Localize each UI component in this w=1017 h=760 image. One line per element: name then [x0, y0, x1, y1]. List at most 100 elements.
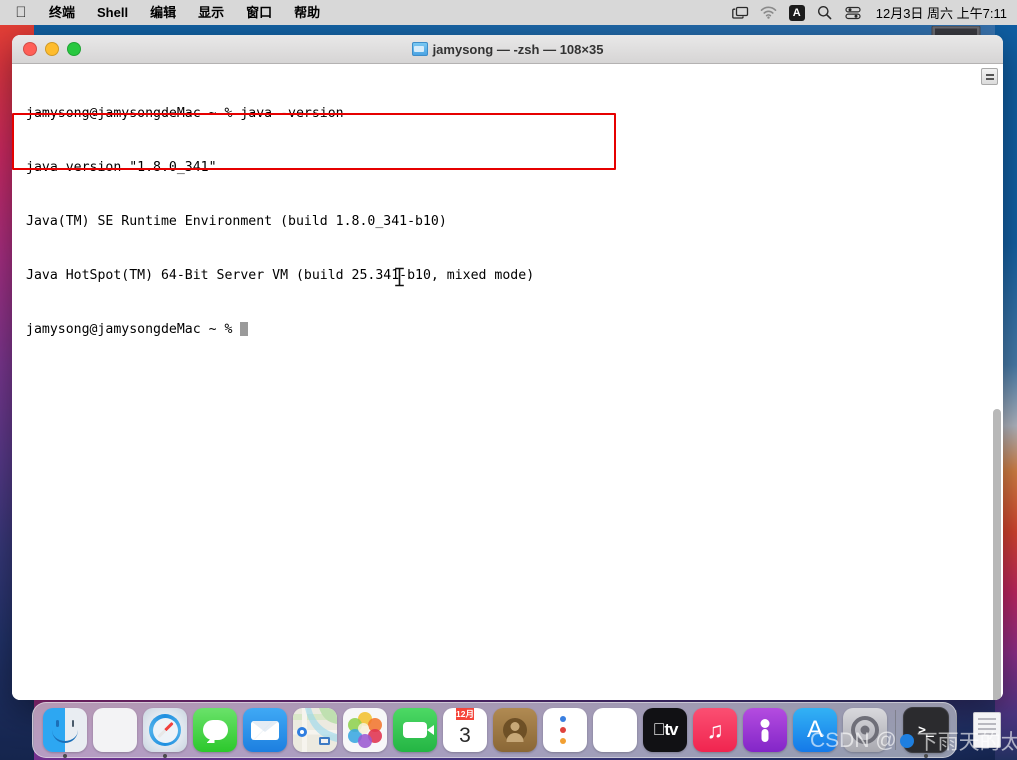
dock-item-tv[interactable]: tv [641, 706, 689, 754]
menu-shell[interactable]: Shell [86, 0, 139, 25]
text-ibeam-cursor [394, 267, 405, 287]
window-title-text: jamysong — -zsh — 108×35 [432, 41, 604, 57]
window-titlebar[interactable]: jamysong — -zsh — 108×35 [12, 35, 1003, 64]
dock-item-notes[interactable] [591, 706, 639, 754]
close-button[interactable] [23, 42, 37, 56]
dock-item-appstore[interactable]: A [791, 706, 839, 754]
menu-view[interactable]: 显示 [187, 0, 235, 25]
podcasts-icon [743, 708, 787, 752]
dock-item-messages[interactable] [191, 706, 239, 754]
terminal-line: java version "1.8.0_341" [26, 160, 217, 175]
folder-icon [411, 42, 428, 56]
terminal-prompt: jamysong@jamysongdeMac ~ % [26, 322, 241, 337]
finder-eye-left [56, 720, 59, 727]
photos-center [358, 723, 369, 734]
scroll-widget-bar [985, 73, 994, 76]
terminal-window[interactable]: jamysong — -zsh — 108×35 jamysong@jamyso… [12, 35, 1003, 700]
terminal-icon: >_ [903, 707, 949, 753]
menu-window[interactable]: 窗口 [235, 0, 283, 25]
appstore-glyph: A [806, 716, 823, 743]
finder-eye-right [71, 720, 74, 727]
facetime-icon [393, 708, 437, 752]
photos-icon [343, 708, 387, 752]
menu-bar-clock[interactable]: 12月3日 周六 上午7:11 [868, 3, 1007, 22]
mail-flap [251, 720, 279, 732]
safari-needle [156, 721, 174, 739]
terminal-output: jamysong@jamysongdeMac ~ % java -version… [26, 69, 534, 375]
mail-icon [243, 708, 287, 752]
dock-item-photos[interactable] [341, 706, 389, 754]
facetime-camera [403, 722, 434, 738]
menu-help[interactable]: 帮助 [283, 0, 331, 25]
notes-icon [593, 708, 637, 752]
safari-ring [149, 714, 181, 746]
wifi-icon[interactable] [756, 0, 782, 25]
apple-tv-text: tv [658, 720, 678, 739]
dock-item-mail[interactable] [241, 706, 289, 754]
terminal-line: Java(TM) SE Runtime Environment (build 1… [26, 214, 447, 229]
finder-icon [43, 708, 87, 752]
dock-separator [956, 710, 957, 750]
dock-item-reminders[interactable] [541, 706, 589, 754]
gear-shape [851, 716, 879, 744]
dock-item-maps[interactable] [291, 706, 339, 754]
contacts-icon [493, 708, 537, 752]
menu-terminal[interactable]: 终端 [38, 0, 86, 25]
reminders-icon [543, 708, 587, 752]
minimize-button[interactable] [45, 42, 59, 56]
running-indicator [163, 754, 167, 758]
apple-logo-icon[interactable]:  [0, 5, 38, 20]
vertical-scrollbar[interactable] [993, 409, 1001, 700]
music-note-glyph: ♫ [706, 716, 724, 743]
dock-item-facetime[interactable] [391, 706, 439, 754]
finder-smile [52, 729, 78, 743]
gear-icon [843, 708, 887, 752]
window-title: jamysong — -zsh — 108×35 [12, 42, 1003, 57]
safari-compass [152, 717, 178, 743]
terminal-line: jamysong@jamysongdeMac ~ % java -version [26, 106, 344, 121]
input-method-label: A [788, 4, 805, 21]
dock-item-safari[interactable] [141, 706, 189, 758]
screen-mirroring-icon[interactable] [728, 0, 754, 25]
maximize-button[interactable] [67, 42, 81, 56]
photos-petal [358, 734, 372, 748]
dock: 12月 3 tv [32, 702, 1001, 758]
dock-item-terminal[interactable]: >_ [902, 706, 950, 758]
scroll-widget[interactable] [981, 68, 998, 85]
scroll-widget-bar [985, 77, 994, 80]
messages-icon [193, 708, 237, 752]
terminal-prompt-glyph: >_ [918, 722, 934, 738]
dock-item-system-preferences[interactable] [841, 706, 889, 754]
calendar-day: 3 [459, 724, 471, 747]
dock-item-finder[interactable] [41, 706, 89, 758]
reminders-row [560, 716, 570, 722]
maps-icon [293, 708, 337, 752]
search-icon[interactable] [812, 0, 838, 25]
appstore-icon: A [793, 708, 837, 752]
reminders-row [560, 738, 570, 744]
dock-item-calendar[interactable]: 12月 3 [441, 706, 489, 754]
menu-bar-left:  终端 Shell 编辑 显示 窗口 帮助 [0, 0, 331, 25]
dock-item-contacts[interactable] [491, 706, 539, 754]
dock-item-music[interactable]: ♫ [691, 706, 739, 754]
dock-item-screens[interactable] [1013, 706, 1017, 754]
control-center-icon[interactable] [840, 0, 866, 25]
dock-item-launchpad[interactable] [91, 706, 139, 754]
calendar-icon: 12月 3 [443, 708, 487, 752]
terminal-body[interactable]: jamysong@jamysongdeMac ~ % java -version… [12, 64, 1003, 700]
menu-edit[interactable]: 编辑 [139, 0, 187, 25]
dock-item-downloads[interactable] [963, 706, 1011, 754]
terminal-prompt-line: jamysong@jamysongdeMac ~ % [26, 321, 534, 339]
reminders-row [560, 727, 570, 733]
safari-icon [143, 708, 187, 752]
mail-envelope [251, 720, 279, 740]
block-cursor [240, 322, 249, 336]
music-icon: ♫ [693, 708, 737, 752]
menu-bar:  终端 Shell 编辑 显示 窗口 帮助 [0, 0, 1017, 25]
document-page [973, 712, 1001, 748]
apple-tv-label: tv [653, 720, 679, 740]
input-method-icon[interactable]: A [784, 0, 810, 25]
dock-item-podcasts[interactable] [741, 706, 789, 754]
launchpad-icon [93, 708, 137, 752]
calendar-month: 12月 [456, 708, 474, 720]
